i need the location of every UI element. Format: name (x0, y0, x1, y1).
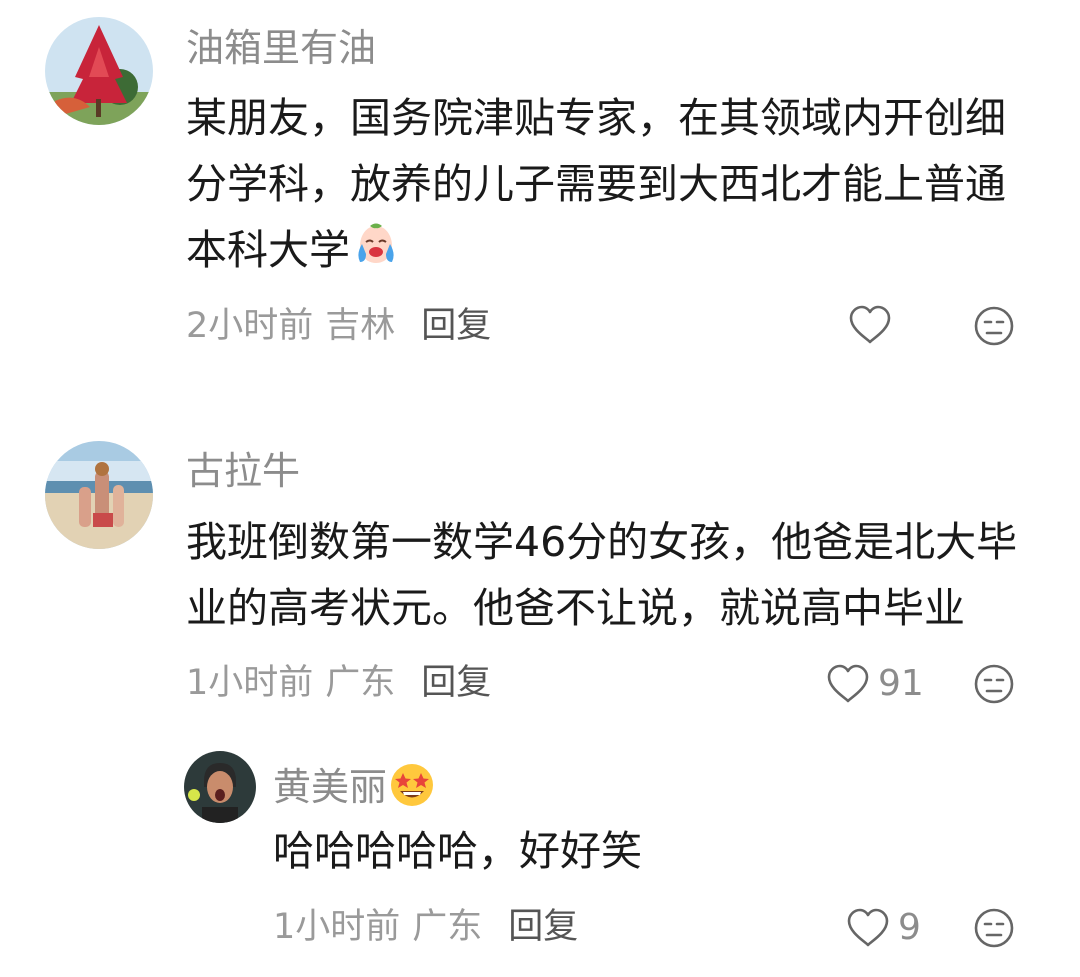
dislike-button[interactable] (973, 305, 1015, 351)
like-button[interactable]: 9 (846, 907, 921, 949)
comment-text: 哈哈哈哈哈，好好笑 (273, 818, 642, 884)
comment-meta: 1小时前 广东 回复 (186, 666, 491, 701)
username[interactable]: 古拉牛 (186, 452, 300, 490)
location: 吉林 (325, 306, 396, 346)
comment-line: 分学科，放养的儿子需要到大西北才能上普通 (186, 160, 1006, 208)
comment-line: 本科大学 (186, 217, 1006, 287)
username[interactable]: 黄美丽 (273, 762, 435, 814)
avatar[interactable] (184, 751, 256, 823)
like-count: 9 (898, 907, 921, 948)
comment-line: 哈哈哈哈哈，好好笑 (273, 827, 642, 875)
location: 广东 (412, 907, 483, 947)
dislike-button[interactable] (973, 663, 1015, 709)
timestamp: 1小时前 (273, 907, 401, 947)
heart-outline-icon (847, 908, 889, 947)
avatar[interactable] (45, 441, 153, 549)
comment-text: 某朋友，国务院津贴专家，在其领域内开创细 分学科，放养的儿子需要到大西北才能上普… (186, 85, 1006, 287)
comment-line: 业的高考状元。他爸不让说，就说高中毕业 (186, 584, 965, 632)
heart-outline-icon (849, 305, 891, 344)
reply-button[interactable]: 回复 (421, 306, 491, 346)
comment-meta: 1小时前 广东 回复 (273, 910, 578, 945)
reply-button[interactable]: 回复 (421, 663, 491, 703)
star-struck-emoji (389, 762, 435, 814)
location: 广东 (325, 663, 396, 703)
avatar[interactable] (45, 17, 153, 125)
timestamp: 2小时前 (186, 306, 314, 346)
reply-button[interactable]: 回复 (508, 907, 578, 947)
comment-meta: 2小时前 吉林 回复 (186, 309, 491, 344)
like-count: 91 (878, 663, 924, 704)
comment-line: 某朋友，国务院津贴专家，在其领域内开创细 (186, 94, 1006, 142)
like-button[interactable]: 91 (826, 663, 924, 705)
like-button[interactable] (848, 304, 900, 346)
username[interactable]: 油箱里有油 (186, 29, 376, 67)
unamused-face-icon (974, 908, 1014, 948)
dislike-button[interactable] (973, 907, 1015, 953)
unamused-face-icon (974, 664, 1014, 704)
crying-face-emoji (352, 220, 400, 287)
comment-line: 我班倒数第一数学46分的女孩，他爸是北大毕 (186, 518, 1018, 566)
heart-outline-icon (827, 664, 869, 703)
comment-text: 我班倒数第一数学46分的女孩，他爸是北大毕 业的高考状元。他爸不让说，就说高中毕… (186, 509, 1017, 641)
unamused-face-icon (974, 306, 1014, 346)
timestamp: 1小时前 (186, 663, 314, 703)
